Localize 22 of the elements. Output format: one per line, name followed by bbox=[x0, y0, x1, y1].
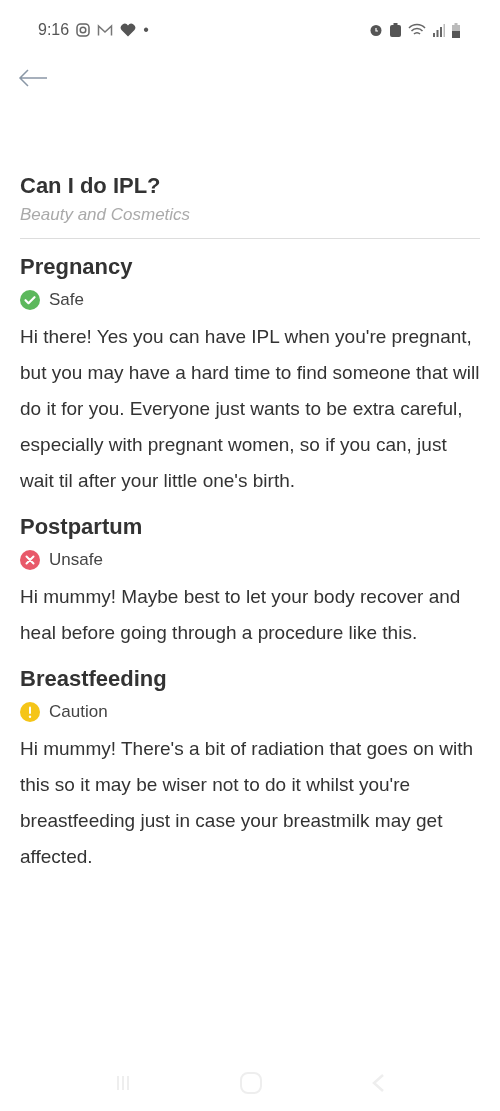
battery-icon bbox=[452, 22, 460, 38]
section-heading: Postpartum bbox=[20, 513, 144, 541]
advice-text: Hi mummy! There's a bit of radiation that goes on with this so it may be wiser not to do it whilst you're breastfeeding just in case your breastmilk may get affected. bbox=[20, 737, 475, 869]
safety-status: Unsafe bbox=[49, 550, 103, 570]
alarm-icon bbox=[369, 23, 383, 37]
page-title: Can I do IPL? bbox=[20, 172, 162, 200]
safety-status: Safe bbox=[49, 290, 84, 310]
heart-icon bbox=[120, 23, 137, 37]
camera-icon bbox=[76, 23, 91, 37]
section-heading: Pregnancy bbox=[20, 253, 134, 281]
wifi-icon bbox=[408, 23, 426, 37]
section-heading: Breastfeeding bbox=[20, 665, 168, 693]
back-arrow-icon[interactable] bbox=[18, 68, 48, 88]
safety-status: Caution bbox=[49, 702, 108, 722]
battery-saver-icon bbox=[390, 23, 401, 37]
clock: 9:16 bbox=[38, 21, 70, 39]
category-label: Beauty and Cosmetics bbox=[20, 204, 192, 226]
advice-text: Hi there! Yes you can have IPL when you're pregnant, but you may have a hard time to find someone that will do it for you. Everyone just wants to be extra careful, especially with pregnant women, so if you can, just wait til after your little one's birth. bbox=[20, 325, 480, 493]
signal-icon bbox=[433, 23, 445, 37]
advice-text: Hi mummy! Maybe best to let your body recover and heal before going through a procedure like this. bbox=[20, 585, 462, 645]
notification-dot: • bbox=[143, 21, 149, 39]
mail-icon bbox=[97, 23, 114, 37]
